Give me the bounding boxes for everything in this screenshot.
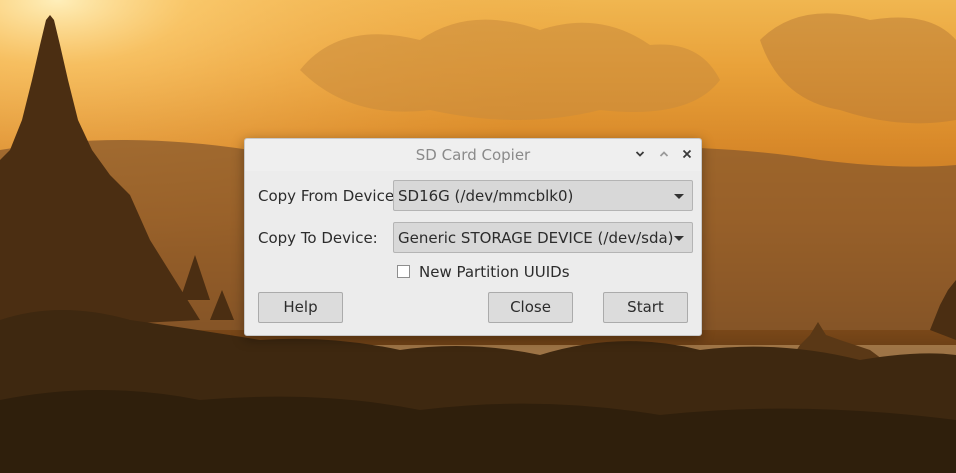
sd-card-copier-dialog: SD Card Copier Copy From Device: SD16G (… [244, 138, 702, 336]
help-button[interactable]: Help [258, 292, 343, 323]
copy-from-label: Copy From Device: [258, 187, 400, 205]
close-button[interactable]: Close [488, 292, 573, 323]
dropdown-arrow-icon [674, 194, 684, 199]
chevron-down-icon [635, 151, 645, 157]
copy-to-value: Generic STORAGE DEVICE (/dev/sda) [398, 229, 674, 247]
maximize-button[interactable] [655, 145, 673, 163]
minimize-button[interactable] [631, 145, 649, 163]
close-window-button[interactable] [678, 145, 696, 163]
chevron-up-icon [659, 151, 669, 157]
desktop: SD Card Copier Copy From Device: SD16G (… [0, 0, 956, 473]
close-icon [682, 149, 692, 159]
new-partition-uuids-checkbox[interactable] [397, 265, 410, 278]
new-partition-uuids-label[interactable]: New Partition UUIDs [419, 263, 570, 281]
dropdown-arrow-icon [674, 236, 684, 241]
start-button[interactable]: Start [603, 292, 688, 323]
titlebar[interactable]: SD Card Copier [245, 139, 701, 171]
copy-from-value: SD16G (/dev/mmcblk0) [398, 187, 574, 205]
copy-to-label: Copy To Device: [258, 229, 378, 247]
copy-to-select[interactable]: Generic STORAGE DEVICE (/dev/sda) [393, 222, 693, 253]
copy-from-select[interactable]: SD16G (/dev/mmcblk0) [393, 180, 693, 211]
